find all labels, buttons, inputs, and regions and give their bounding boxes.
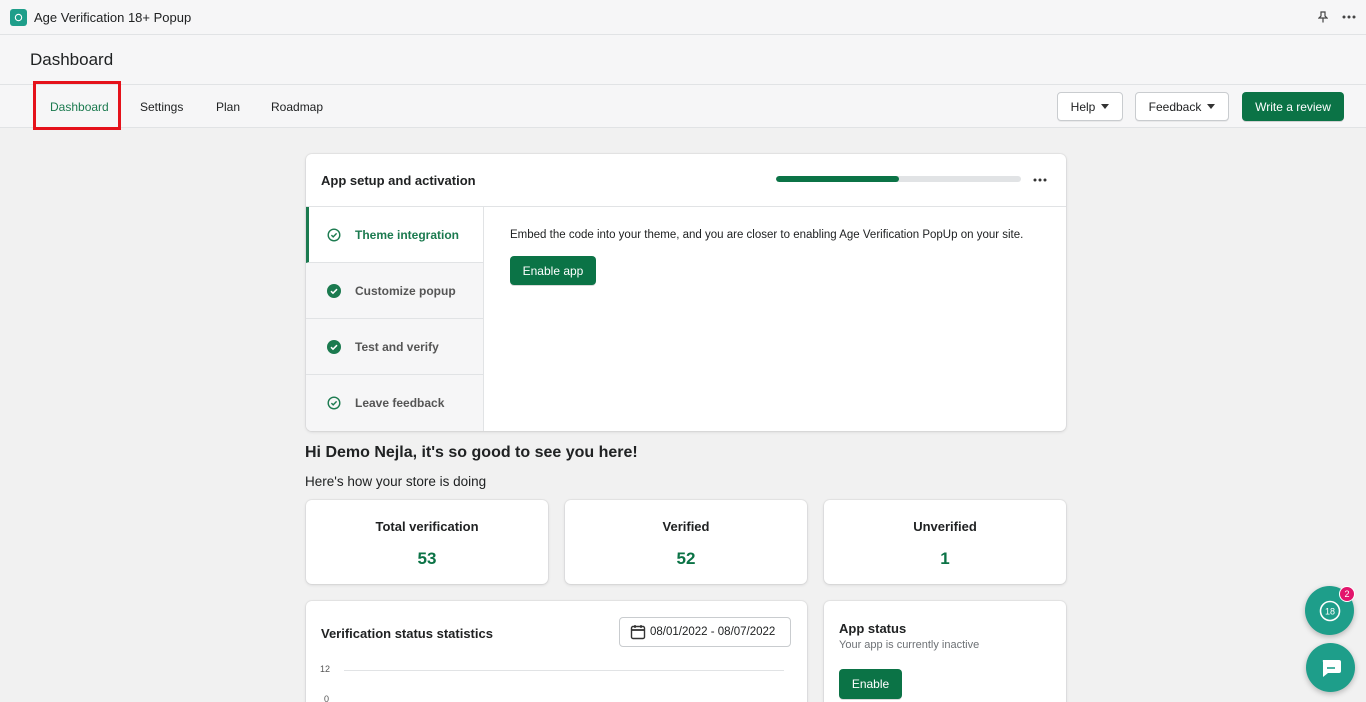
step-customize-popup[interactable]: Customize popup: [306, 263, 483, 319]
step-description: Embed the code into your theme, and you …: [510, 229, 1024, 241]
stat-label: Total verification: [375, 519, 479, 534]
tab-settings[interactable]: Settings: [140, 85, 183, 128]
tab-roadmap[interactable]: Roadmap: [271, 85, 323, 128]
greeting-subtitle: Here's how your store is doing: [305, 474, 487, 489]
step-label: Customize popup: [355, 283, 456, 298]
setup-title: App setup and activation: [321, 172, 476, 188]
check-circle-outline-icon: [327, 227, 341, 242]
more-options-icon[interactable]: [1033, 169, 1047, 187]
chart-title: Verification status statistics: [321, 626, 493, 641]
check-circle-filled-icon: [327, 339, 341, 354]
page-title: Dashboard: [30, 49, 114, 69]
caret-down-icon: [1101, 104, 1110, 109]
setup-card: App setup and activation Theme integrati…: [306, 154, 1066, 431]
stat-label: Verified: [662, 519, 710, 534]
step-label: Theme integration: [355, 227, 460, 242]
feedback-button[interactable]: Feedback: [1135, 92, 1229, 121]
stat-value: 53: [417, 549, 437, 568]
chat-icon: [1322, 659, 1341, 677]
app-title: Age Verification 18+ Popup: [34, 9, 192, 25]
enable-app-button[interactable]: Enable app: [510, 256, 596, 285]
chart-gridline: [344, 670, 784, 671]
enable-button[interactable]: Enable: [839, 669, 902, 699]
date-range-picker[interactable]: 08/01/2022 - 08/07/2022: [619, 617, 791, 647]
more-options-icon[interactable]: [1342, 15, 1356, 19]
stat-card-verified: Verified 52: [565, 500, 807, 584]
app-topbar: Age Verification 18+ Popup: [0, 0, 1366, 35]
setup-progress-bar: [776, 176, 1021, 182]
y-tick-label: 0: [324, 694, 330, 702]
stat-card-total: Total verification 53: [306, 500, 548, 584]
stat-value: 52: [676, 549, 696, 568]
step-leave-feedback[interactable]: Leave feedback: [306, 375, 483, 431]
app-status-title: App status: [839, 621, 907, 636]
date-range-label: 08/01/2022 - 08/07/2022: [650, 626, 776, 638]
stat-label: Unverified: [913, 519, 977, 534]
age-18-icon: 18: [1319, 600, 1340, 621]
app-logo-icon: [10, 8, 27, 26]
step-theme-integration[interactable]: Theme integration: [306, 207, 483, 263]
pin-icon[interactable]: [1318, 11, 1328, 23]
setup-progress-fill: [776, 176, 899, 182]
help-button[interactable]: Help: [1057, 92, 1123, 121]
step-test-and-verify[interactable]: Test and verify: [306, 319, 483, 375]
caret-down-icon: [1207, 104, 1216, 109]
stat-card-unverified: Unverified 1: [824, 500, 1066, 584]
setup-steps: Theme integration Customize popup Test a…: [306, 207, 484, 431]
y-tick-label: 12: [320, 664, 331, 674]
highlight-box: [33, 81, 121, 130]
feedback-label: Feedback: [1148, 99, 1202, 114]
verification-stats-card: Verification status statistics 08/01/202…: [306, 601, 807, 702]
calendar-icon: [630, 625, 646, 640]
app-status-card: App status Your app is currently inactiv…: [824, 601, 1066, 702]
check-circle-outline-icon: [327, 396, 341, 410]
tab-plan[interactable]: Plan: [216, 85, 240, 128]
help-label: Help: [1070, 99, 1096, 114]
greeting-title: Hi Demo Nejla, it's so good to see you h…: [305, 444, 638, 461]
svg-text:18: 18: [1324, 606, 1334, 616]
step-label: Test and verify: [355, 339, 439, 354]
write-review-button[interactable]: Write a review: [1242, 92, 1344, 121]
chat-button[interactable]: [1306, 643, 1355, 692]
page-header: Dashboard: [0, 35, 1366, 85]
step-label: Leave feedback: [355, 396, 445, 410]
stat-value: 1: [940, 549, 950, 568]
app-status-description: Your app is currently inactive: [839, 639, 980, 651]
check-circle-filled-icon: [327, 283, 341, 298]
setup-card-header: App setup and activation: [306, 154, 1066, 207]
notification-count-badge: 2: [1339, 586, 1355, 602]
